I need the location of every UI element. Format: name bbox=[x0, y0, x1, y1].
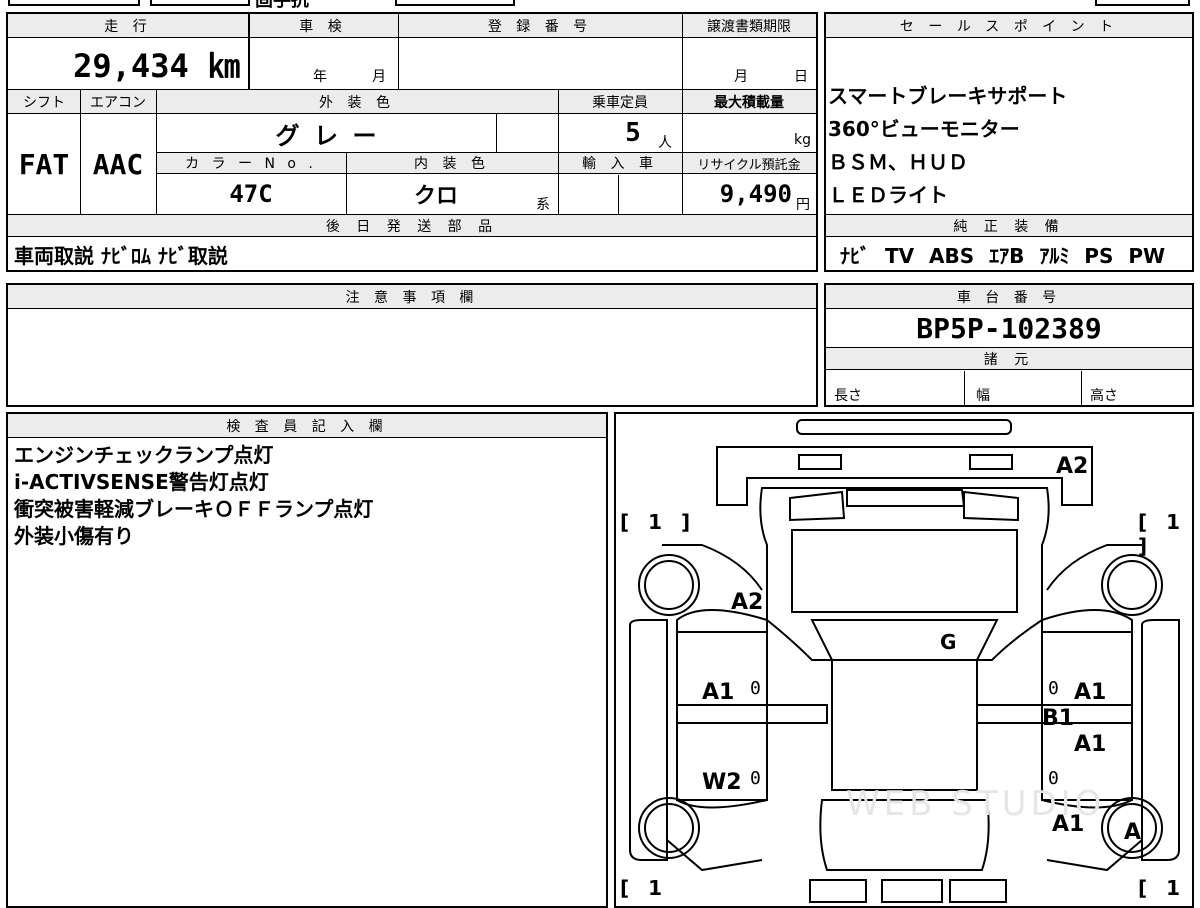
sales-point-item: スマートブレーキサポート bbox=[828, 84, 1068, 108]
tire-tread-front-left: [ 1 ] bbox=[620, 510, 697, 534]
sales-point-item: 360°ビューモニター bbox=[828, 117, 1020, 141]
damage-left-front-door: A1 bbox=[702, 680, 735, 705]
ac-label: エアコン bbox=[90, 95, 146, 111]
inspector-line: 衝突被害軽減ブレーキＯＦＦランプ点灯 bbox=[14, 497, 374, 521]
sales-point-item: ＢＳＭ、ＨＵＤ bbox=[828, 150, 968, 174]
gap-marker: 0 bbox=[750, 768, 761, 789]
inspector-line: i-ACTIVSENSE警告灯点灯 bbox=[14, 470, 269, 494]
gap-marker: 0 bbox=[1048, 768, 1059, 789]
exterior-color-label: 外 装 色 bbox=[319, 95, 395, 111]
color-no-value: 47C bbox=[229, 180, 273, 208]
exterior-color-value: グ レ ー bbox=[275, 121, 377, 150]
notes-label: 注 意 事 項 欄 bbox=[8, 285, 816, 309]
later-parts-value: 車両取説 ﾅﾋﾞﾛﾑ ﾅﾋﾞ取説 bbox=[14, 243, 228, 268]
sales-point-list: スマートブレーキサポート 360°ビューモニター ＢＳＭ、ＨＵＤ ＬＥＤライト bbox=[828, 80, 1190, 212]
interior-color-suffix: 系 bbox=[536, 197, 550, 213]
top-strip: 固手抗 bbox=[0, 0, 1200, 11]
inspector-notes: エンジンチェックランプ点灯 i-ACTIVSENSE警告灯点灯 衝突被害軽減ブレ… bbox=[14, 442, 604, 550]
height-label: 高さ bbox=[1090, 388, 1118, 404]
car-diagram-box: WEB STUDIO [ 1 ] [ 1 ] [ 1 [ 1 A2 A2 G A… bbox=[614, 412, 1194, 908]
shift-label: シフト bbox=[23, 95, 65, 111]
inspector-line: 外装小傷有り bbox=[14, 524, 134, 548]
max-load-label: 最大積載量 bbox=[714, 95, 784, 111]
gap-marker: 0 bbox=[750, 678, 761, 699]
recycle-deposit-label: リサイクル預託金 bbox=[697, 157, 801, 173]
damage-right-pillar: B1 bbox=[1042, 706, 1075, 731]
mileage-value: 29,434 ㎞ bbox=[73, 47, 240, 85]
sales-point-box: セ ー ル ス ポ イ ン ト スマートブレーキサポート 360°ビューモニター… bbox=[824, 12, 1194, 272]
damage-right-rear-door: A1 bbox=[1074, 732, 1107, 757]
vehicle-info-box: 走 行 車 検 登 録 番 号 譲渡書類期限 29,434 ㎞ 年 月 月 日 … bbox=[6, 12, 818, 272]
damage-front-left: A2 bbox=[731, 590, 764, 615]
tire-tread-rear-left: [ 1 bbox=[620, 876, 669, 900]
damage-right-rear-wheel: A bbox=[1124, 820, 1142, 845]
chassis-number-label: 車 台 番 号 bbox=[826, 285, 1192, 309]
damage-bonnet: A2 bbox=[1056, 454, 1089, 479]
import-label: 輸 入 車 bbox=[582, 156, 658, 172]
notes-box: 注 意 事 項 欄 bbox=[6, 283, 818, 407]
tire-tread-front-right: [ 1 ] bbox=[1138, 510, 1187, 558]
interior-color-value: クロ bbox=[413, 184, 458, 209]
car-diagram bbox=[629, 419, 1180, 903]
damage-windshield: G bbox=[940, 630, 957, 654]
damage-left-rear-door: W2 bbox=[702, 770, 742, 795]
chassis-number-value: BP5P-102389 bbox=[916, 311, 1102, 345]
color-no-label: カ ラ ー N o . bbox=[185, 156, 317, 172]
interior-color-label: 内 装 色 bbox=[414, 156, 490, 172]
capacity-unit: 人 bbox=[658, 135, 672, 151]
ac-value: AAC bbox=[92, 147, 144, 181]
genuine-equipment-label: 純 正 装 備 bbox=[953, 219, 1065, 235]
inspector-line: エンジンチェックランプ点灯 bbox=[14, 443, 274, 467]
inspection-month: 月 bbox=[372, 69, 386, 85]
transfer-day: 日 bbox=[794, 69, 808, 85]
later-parts-label: 後 日 発 送 部 品 bbox=[325, 219, 499, 235]
length-label: 長さ bbox=[834, 388, 862, 404]
spec-label: 諸 元 bbox=[983, 352, 1035, 368]
damage-right-front-door: A1 bbox=[1074, 680, 1107, 705]
tire-tread-rear-right: [ 1 bbox=[1138, 876, 1187, 900]
chassis-box: 車 台 番 号 BP5P-102389 諸 元 長さ 幅 高さ bbox=[824, 283, 1194, 407]
transfer-month: 月 bbox=[734, 69, 748, 85]
inspector-label: 検 査 員 記 入 欄 bbox=[8, 414, 606, 438]
recycle-deposit-value: 9,490 bbox=[719, 180, 792, 208]
capacity-label: 乗車定員 bbox=[592, 95, 648, 111]
sales-point-label: セ ー ル ス ポ イ ン ト bbox=[826, 14, 1192, 38]
inspection-year: 年 bbox=[313, 69, 327, 85]
shift-value: FAT bbox=[18, 147, 70, 181]
damage-right-quarter: A1 bbox=[1052, 812, 1085, 837]
genuine-equipment-value: ﾅﾋﾞ TV ABS ｴｱB ｱﾙﾐ PS PW bbox=[840, 243, 1166, 268]
mileage-label: 走 行 bbox=[104, 19, 152, 35]
recycle-deposit-unit: 円 bbox=[796, 197, 810, 213]
width-label: 幅 bbox=[976, 388, 990, 404]
transfer-deadline-label: 譲渡書類期限 bbox=[707, 19, 791, 35]
load-unit: kg bbox=[794, 132, 811, 148]
registration-label: 登 録 番 号 bbox=[487, 19, 593, 35]
sales-point-item: ＬＥＤライト bbox=[828, 183, 948, 207]
capacity-value: 5 bbox=[625, 118, 641, 148]
gap-marker: 0 bbox=[1048, 678, 1059, 699]
inspection-label: 車 検 bbox=[299, 19, 347, 35]
top-strip-text: 固手抗 bbox=[255, 0, 309, 11]
inspector-box: 検 査 員 記 入 欄 エンジンチェックランプ点灯 i-ACTIVSENSE警告… bbox=[6, 412, 608, 908]
